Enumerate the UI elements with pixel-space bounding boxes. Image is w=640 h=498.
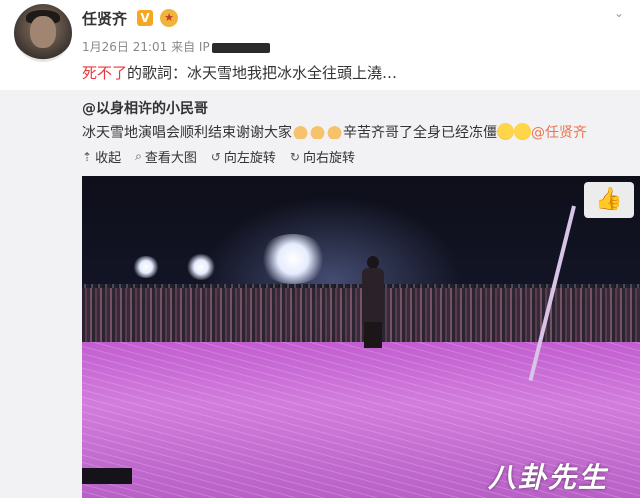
stage-speaker — [82, 468, 132, 484]
medal-icon: ★ — [160, 9, 178, 27]
post-time: 1月26日 21:01 来自 IP — [82, 40, 210, 54]
thumbs-up-icon[interactable]: 👍 — [584, 182, 634, 218]
watermark: 八卦先生 — [488, 461, 609, 494]
redacted-ip — [211, 42, 270, 53]
stage-light — [258, 234, 328, 284]
verified-badge-icon: V — [137, 10, 153, 26]
post-meta: 1月26日 21:01 来自 IP — [82, 38, 270, 55]
view-large-label: 查看大图 — [144, 151, 197, 166]
magnifier-icon: ⌕ — [135, 149, 142, 163]
author-name[interactable]: 任贤齐 — [82, 8, 127, 29]
collapse-button[interactable]: ⇡ 收起 — [82, 147, 122, 167]
pray-emoji-icon — [309, 124, 326, 139]
collapse-label: 收起 — [95, 151, 122, 166]
view-large-button[interactable]: ⌕ 查看大图 — [135, 147, 197, 166]
concert-photo[interactable]: 👍 八卦先生 — [82, 176, 640, 498]
post-text-highlight[interactable]: 死不了 — [82, 64, 127, 82]
pray-emoji-icon — [292, 124, 309, 139]
rotate-right-button[interactable]: ↻ 向右旋转 — [289, 147, 355, 167]
chevron-down-icon[interactable]: ⌄ — [614, 6, 624, 20]
retweet-text-part1: 冰天雪地演唱会顺利结束谢谢大家 — [82, 125, 292, 141]
singer — [360, 256, 386, 348]
retweet-user[interactable]: @以身相许的小民哥 — [82, 98, 208, 118]
author-avatar[interactable] — [14, 4, 72, 62]
post-text-body: 的歌詞：冰天雪地我把冰水全往頭上澆… — [127, 64, 398, 82]
stage-light — [132, 256, 160, 278]
rotate-left-label: 向左旋转 — [223, 151, 276, 166]
image-toolbar: ⇡ 收起 ⌕ 查看大图 ↺ 向左旋转 ↻ 向右旋转 — [82, 147, 355, 166]
post-text: 死不了的歌詞：冰天雪地我把冰水全往頭上澆… — [82, 62, 397, 83]
rotate-left-icon: ↺ — [210, 149, 221, 164]
retweet-box: @以身相许的小民哥 冰天雪地演唱会顺利结束谢谢大家 辛苦齐哥了全身已经冻僵 @任贤齐… — [0, 90, 640, 498]
rotate-right-icon: ↻ — [289, 149, 300, 164]
pray-emoji-icon — [326, 124, 343, 139]
retweet-text: 冰天雪地演唱会顺利结束谢谢大家 辛苦齐哥了全身已经冻僵 @任贤齐 — [82, 122, 587, 142]
retweet-mention[interactable]: @任贤齐 — [531, 125, 587, 141]
post-header: 任贤齐 V ★ ⌄ 1月26日 21:01 来自 IP 死不了的歌詞：冰天雪地我… — [0, 0, 640, 90]
rotate-right-label: 向右旋转 — [302, 151, 355, 166]
cold-emoji-icon — [497, 123, 514, 140]
cold-emoji-icon — [514, 123, 531, 140]
arrow-up-icon: ⇡ — [82, 149, 93, 164]
stage-light — [186, 254, 216, 280]
retweet-text-part2: 辛苦齐哥了全身已经冻僵 — [343, 125, 497, 141]
rotate-left-button[interactable]: ↺ 向左旋转 — [210, 147, 276, 167]
